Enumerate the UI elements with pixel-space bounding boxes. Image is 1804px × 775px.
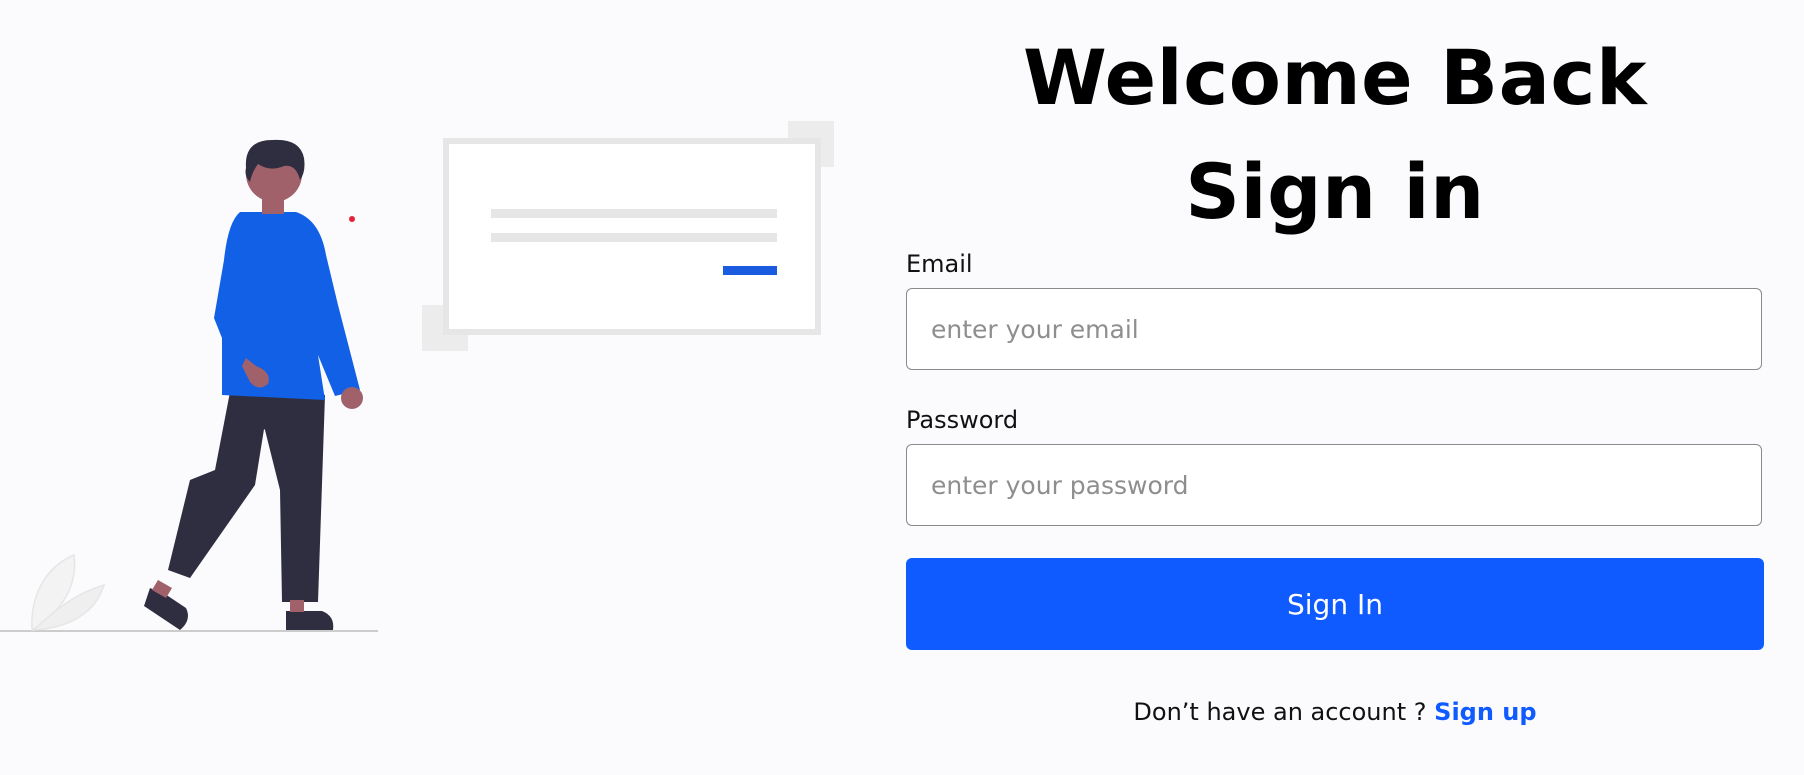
sign-up-link[interactable]: Sign up xyxy=(1434,698,1536,726)
password-field[interactable] xyxy=(906,444,1762,526)
card-accent-bar xyxy=(723,266,777,275)
email-label: Email xyxy=(906,250,973,278)
page-subtitle: Sign in xyxy=(1185,147,1485,236)
sign-in-button[interactable]: Sign In xyxy=(906,558,1764,650)
card-line-2 xyxy=(491,233,777,242)
password-label: Password xyxy=(906,406,1019,434)
sign-in-form: Welcome Back Sign in Email Password Sign… xyxy=(906,0,1764,775)
person-figure xyxy=(144,139,363,630)
card-line-1 xyxy=(491,209,777,218)
page-title: Welcome Back xyxy=(1023,33,1647,122)
leaf-decoration xyxy=(31,553,106,632)
sign-in-page: Welcome Back Sign in Email Password Sign… xyxy=(0,0,1804,775)
person-walking-illustration xyxy=(0,121,834,632)
red-dot-decoration xyxy=(349,216,355,222)
signup-prompt-row: Don’t have an account ? Sign up xyxy=(906,698,1764,726)
email-field[interactable] xyxy=(906,288,1762,370)
message-card-graphic xyxy=(422,121,834,351)
signup-prompt-text: Don’t have an account ? xyxy=(1133,698,1427,726)
